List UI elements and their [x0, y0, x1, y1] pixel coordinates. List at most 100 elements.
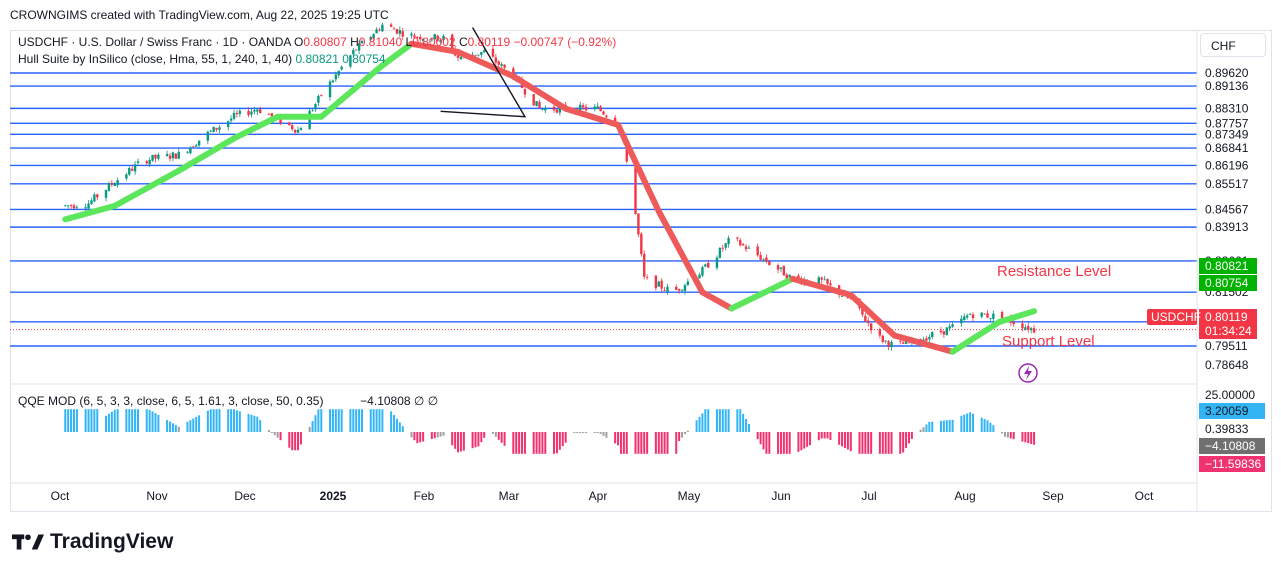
price-tick-label: 0.89620: [1205, 66, 1249, 80]
tradingview-logo: TradingView: [12, 530, 173, 554]
qqe-bar: [317, 409, 320, 432]
qqe-bar: [843, 432, 846, 448]
candle-body: [483, 50, 486, 53]
qqe-bar: [614, 432, 617, 444]
qqe-bar: [992, 425, 995, 432]
qqe-bar: [390, 411, 393, 432]
qqe-bar: [192, 418, 195, 432]
candle-body: [963, 316, 966, 321]
candle-body: [145, 161, 148, 164]
qqe-bar: [253, 415, 256, 432]
qqe-bar: [169, 421, 172, 432]
qqe-bar: [247, 413, 250, 432]
qqe-bar: [971, 413, 974, 432]
price-chart[interactable]: 0.896200.891360.883100.877570.873490.868…: [0, 0, 1281, 571]
price-badge-label: 0.80754: [1205, 276, 1249, 290]
qqe-bar: [593, 432, 596, 433]
qqe-bar: [174, 424, 177, 432]
candle-body: [532, 94, 535, 106]
candle-body: [267, 113, 271, 115]
candle-body: [328, 81, 332, 98]
qqe-bar: [279, 432, 282, 441]
qqe-bar: [291, 432, 294, 451]
time-axis-label: Mar: [499, 489, 520, 503]
candle-body: [701, 267, 704, 276]
qqe-bar: [555, 432, 558, 454]
qqe-bar: [84, 409, 87, 432]
candle-body: [983, 313, 986, 315]
candle-body: [971, 314, 975, 319]
qqe-bar: [698, 416, 701, 432]
time-axis-label: Aug: [954, 489, 975, 503]
qqe-bar: [320, 409, 323, 432]
candle-body: [235, 112, 239, 115]
qqe-bar: [369, 409, 372, 432]
qqe-bar: [747, 424, 750, 432]
candle-body: [116, 180, 119, 186]
qqe-bar: [375, 409, 378, 432]
candle-body: [677, 289, 681, 291]
candle-body: [69, 205, 73, 206]
qqe-bar: [125, 409, 128, 432]
candle-body: [736, 237, 739, 239]
candle-body: [968, 314, 972, 315]
qqe-bar: [919, 429, 922, 432]
qqe-bar: [678, 432, 681, 442]
qqe-bar: [800, 432, 803, 451]
qqe-bar: [259, 419, 262, 432]
candle-body: [136, 161, 140, 163]
qqe-bar: [881, 432, 884, 454]
qqe-bar: [948, 420, 951, 432]
candle-body: [130, 168, 134, 171]
candle-body: [378, 29, 381, 31]
qqe-bar: [596, 432, 599, 433]
symbol-tag-label: USDCHF: [1151, 310, 1201, 324]
price-tick-label: 0.87349: [1205, 127, 1249, 141]
candle-body: [657, 281, 660, 287]
candle-body: [887, 341, 890, 347]
candle-body: [544, 108, 547, 111]
candle-body: [250, 111, 253, 115]
qqe-bar: [177, 426, 180, 432]
candle-body: [226, 121, 230, 128]
qqe-bar: [535, 432, 538, 454]
candle-body: [494, 57, 498, 63]
qqe-bar: [745, 418, 748, 432]
candle-body: [87, 203, 90, 209]
qqe-bar: [500, 432, 503, 443]
candle-body: [320, 94, 323, 96]
qqe-bar: [532, 432, 535, 454]
time-axis-label: Oct: [1135, 489, 1154, 503]
candle-body: [291, 125, 294, 130]
qqe-bar: [87, 409, 90, 432]
hull-segment: [847, 291, 898, 339]
qqe-bar: [198, 415, 201, 432]
time-axis-label: Jul: [861, 489, 876, 503]
candle-body: [698, 274, 701, 279]
price-tick-label: 0.84567: [1205, 202, 1249, 216]
hull-segment: [949, 318, 1003, 355]
qqe-bar: [695, 420, 698, 432]
qqe-bar: [267, 430, 270, 432]
qqe-bar: [270, 432, 273, 433]
qqe-bar: [622, 432, 625, 454]
candle-body: [165, 153, 169, 156]
candle-body: [992, 313, 995, 319]
candle-body: [93, 194, 96, 202]
candle-body: [253, 110, 256, 112]
candle-body: [186, 151, 189, 153]
hull-segment: [62, 202, 118, 223]
currency-selector[interactable]: CHF: [1200, 33, 1266, 57]
candle-body: [538, 101, 541, 109]
qqe-bar: [969, 412, 972, 432]
candle-body: [840, 295, 844, 297]
candle-body: [645, 277, 649, 278]
qqe-bar: [491, 432, 494, 434]
price-tick-label: 0.86841: [1205, 141, 1249, 155]
candle-body: [637, 213, 640, 235]
qqe-bar: [582, 432, 585, 433]
qqe-bar: [518, 432, 521, 454]
candle-body: [986, 313, 989, 318]
qqe-bar: [477, 432, 480, 447]
hull-value-2: 0.80754: [342, 52, 386, 66]
